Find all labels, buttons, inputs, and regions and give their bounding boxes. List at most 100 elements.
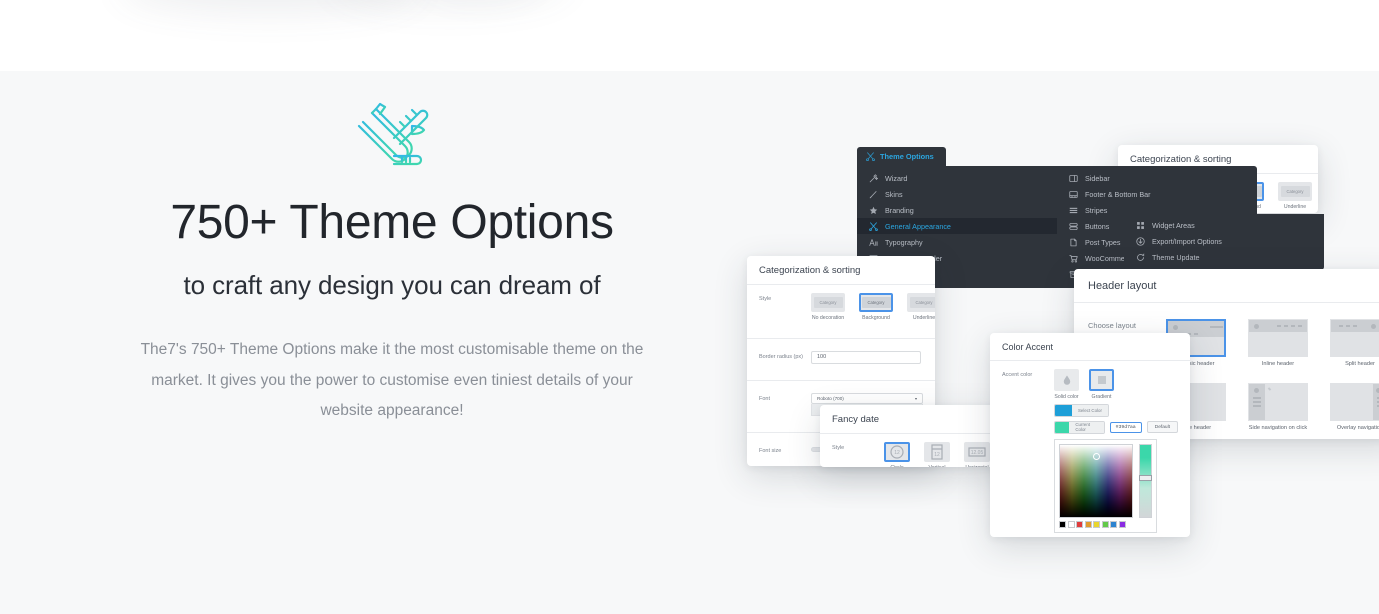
palette-swatch[interactable] [1059, 520, 1066, 528]
menu-item-label: Wizard [885, 173, 908, 183]
option-chip: Category [813, 297, 843, 308]
post-types-icon [1070, 238, 1077, 246]
menu-item-wizard[interactable]: Wizard [857, 170, 1057, 186]
sidebar-icon [1069, 174, 1078, 182]
style-option-underline[interactable]: Category Underline [907, 293, 935, 322]
horizontal-date-icon: 12.05 [968, 447, 986, 457]
menu-item-label: Footer & Bottom Bar [1085, 189, 1151, 199]
select-color-button[interactable]: Select Color [1054, 403, 1109, 417]
stripes-icon [1069, 207, 1078, 213]
menu-item-label: Widget Areas [1152, 220, 1195, 230]
palette-swatch[interactable] [1093, 520, 1100, 528]
menu-item-skins[interactable]: Skins [857, 186, 1057, 202]
option-caption: Split header [1345, 361, 1375, 367]
border-radius-row: Border radius (px) 100 [747, 339, 935, 372]
layout-thumbnail[interactable] [1248, 382, 1308, 421]
color-picker[interactable] [1054, 438, 1157, 533]
option-caption: Side navigation on click [1248, 424, 1308, 431]
menu-item-general-appearance[interactable]: General Appearance [857, 218, 1057, 234]
menu-item-label: Skins [885, 189, 903, 199]
accent-color-row: Accent color Solid color Gradient [990, 361, 1190, 403]
header-layout-option-split-header[interactable]: Split header [1330, 319, 1379, 369]
style-label: Style [759, 296, 772, 302]
svg-text:12.05: 12.05 [971, 450, 984, 456]
menu-item-export-import-options[interactable]: Export/Import Options [1124, 233, 1324, 249]
panel-title: Header layout [1088, 280, 1157, 292]
font-select[interactable]: Roboto (700) ▾ [811, 392, 923, 404]
palette-swatch[interactable] [1076, 520, 1083, 528]
panel-title: Fancy date [832, 414, 879, 425]
multitool-design-icon [357, 102, 429, 166]
theme-options-third-column: Widget Areas Export/Import Options Theme U… [1124, 214, 1324, 270]
palette-swatch[interactable] [1110, 520, 1117, 528]
menu-item-branding[interactable]: Branding [857, 202, 1057, 218]
panel-color-accent: Color Accent Accent color Solid color Gra… [990, 333, 1190, 537]
grid-icon [1137, 221, 1144, 229]
option-caption: Vertical [924, 465, 950, 467]
hue-slider[interactable] [1139, 443, 1152, 518]
footer-icon [1069, 190, 1078, 198]
fancy-date-option-vertical[interactable]: 12 Vertical [924, 442, 950, 467]
menu-item-sidebar[interactable]: Sidebar [1057, 170, 1257, 186]
accent-mode-gradient[interactable]: Gradient [1089, 369, 1114, 401]
option-chip: Category [909, 297, 935, 308]
current-color-button[interactable]: Current Color [1054, 420, 1105, 434]
top-decorative-band [0, 0, 1379, 71]
saturation-handle[interactable] [1093, 452, 1100, 460]
border-radius-input[interactable]: 100 [811, 350, 921, 364]
menu-item-label: Export/Import Options [1152, 236, 1222, 246]
menu-item-widget-areas[interactable]: Widget Areas [1124, 217, 1324, 233]
accent-mode-group[interactable]: Solid color Gradient [1054, 369, 1178, 401]
vertical-date-icon: 12 [931, 444, 943, 460]
font-size-label: Font size [759, 448, 782, 455]
scissors-icon [869, 221, 878, 231]
cart-icon [1069, 254, 1078, 263]
fancy-date-option-horizontal[interactable]: 12.05 Horizontal [964, 442, 990, 467]
saturation-field[interactable] [1059, 443, 1133, 518]
hex-color-input[interactable]: #39d7aa [1109, 421, 1142, 433]
typography-icon [869, 238, 878, 246]
palette-swatch[interactable] [1101, 520, 1109, 528]
current-color-label: Current Color [1069, 421, 1104, 433]
accent-mode-solid-color[interactable]: Solid color [1054, 369, 1079, 401]
style-option-no-decoration[interactable]: Category No decoration [811, 293, 845, 322]
fancy-date-choice-group[interactable]: 12 Circle 12 Vertical 12.05 Horizontal [884, 442, 1000, 467]
menu-item-typography[interactable]: Typography [857, 234, 1057, 250]
palette-swatch[interactable] [1084, 520, 1092, 528]
header-layout-option-side-navigation-on-click[interactable]: Side navigation on click [1248, 382, 1308, 433]
hue-handle[interactable] [1139, 474, 1152, 481]
color-palette[interactable] [1059, 520, 1133, 528]
style-option-underline[interactable]: Category Underline [1278, 182, 1312, 211]
layout-thumbnail[interactable] [1330, 382, 1379, 421]
page-subtitle: to craft any design you can dream of [183, 270, 601, 301]
menu-item-label: Post Types [1085, 237, 1121, 247]
default-color-button[interactable]: Default [1146, 421, 1178, 434]
option-caption: Underline [1283, 204, 1307, 210]
page-title: 750+ Theme Options [170, 196, 614, 249]
layout-thumbnail[interactable] [1248, 319, 1308, 357]
circle-date-icon: 12 [890, 445, 904, 459]
menu-item-theme-update[interactable]: Theme Update [1124, 249, 1324, 265]
fancy-date-option-circle[interactable]: 12 Circle [884, 442, 910, 467]
palette-swatch[interactable] [1118, 520, 1126, 528]
magic-wand-icon [869, 173, 878, 182]
style-choice-group[interactable]: CategoryNo decoration CategoryBackground C… [811, 293, 935, 322]
tab-theme-options[interactable]: Theme Options [857, 147, 946, 166]
page-root: 750+ Theme Options to craft any design y… [0, 0, 1379, 614]
scissors-icon [866, 152, 875, 161]
style-option-background[interactable]: Category Background [859, 293, 893, 322]
header-layout-option-overlay-navigation[interactable]: Overlay navigation [1330, 382, 1379, 433]
header-layout-row-1[interactable]: Classic header Inline header Split header [1166, 315, 1379, 371]
palette-swatch[interactable] [1067, 520, 1075, 528]
header-layout-option-inline-header[interactable]: Inline header [1248, 319, 1308, 369]
chevron-down-icon: ▾ [914, 395, 917, 401]
menu-item-label: Sidebar [1085, 173, 1110, 183]
gradient-square-icon [1097, 376, 1106, 384]
menu-item-footer-bottom-bar[interactable]: Footer & Bottom Bar [1057, 186, 1257, 202]
select-color-swatch [1055, 404, 1072, 416]
menu-item-label: Branding [885, 205, 914, 215]
header-layout-row-2[interactable]: Side header Side navigation on click Overl… [1166, 379, 1379, 435]
option-caption: Solid color [1054, 394, 1079, 400]
menu-item-label: Stripes [1085, 205, 1108, 215]
layout-thumbnail[interactable] [1330, 319, 1379, 357]
